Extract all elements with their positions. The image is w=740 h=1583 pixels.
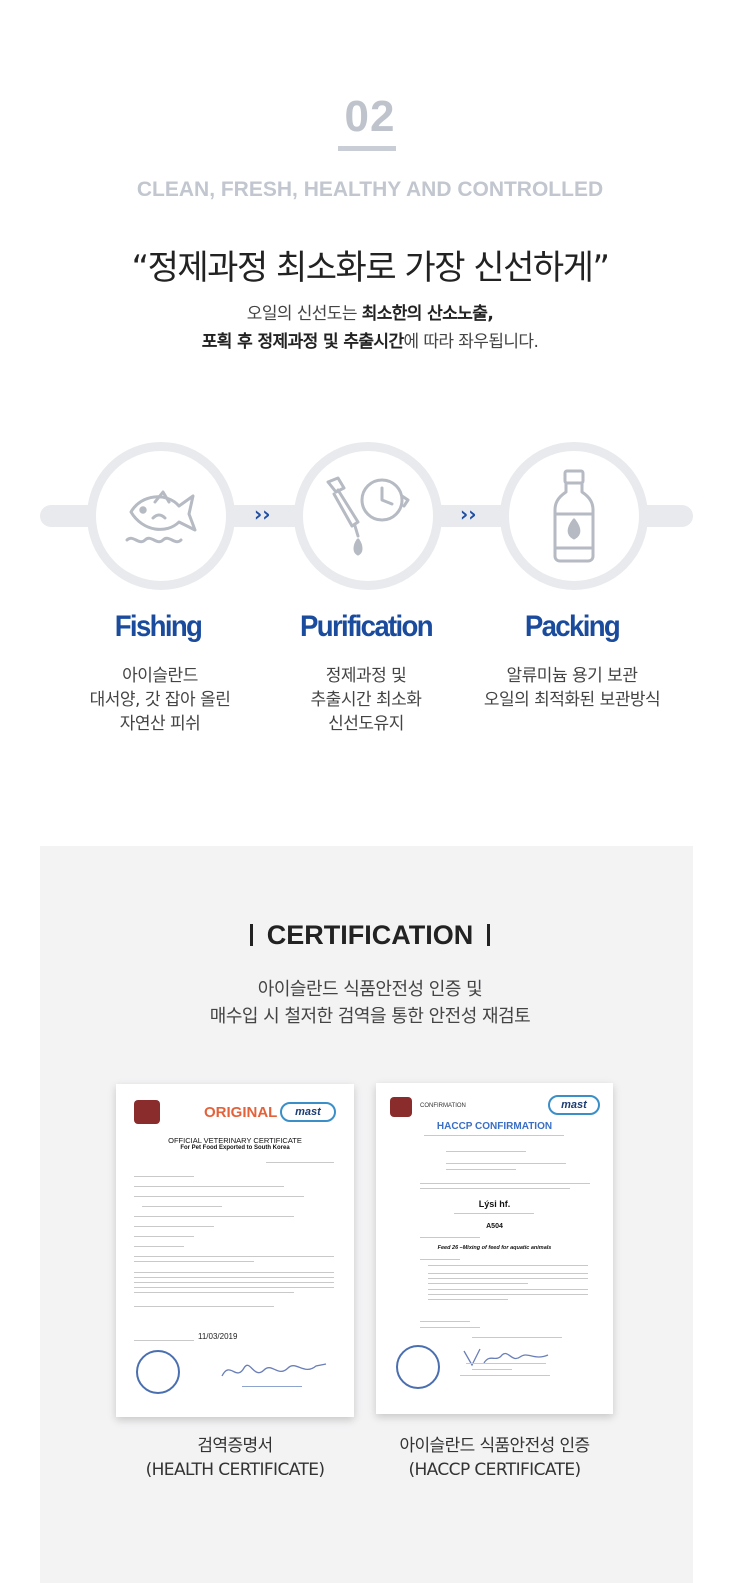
section-number: 02 <box>344 92 396 141</box>
doc1-heading: OFFICIAL VETERINARY CERTIFICATE <box>168 1136 302 1145</box>
bottle-icon <box>553 469 595 563</box>
official-seal-icon <box>136 1350 180 1394</box>
haccp-certificate-image: CONFIRMATION mast HACCP CONFIRMATION Lýs… <box>376 1083 613 1414</box>
section-kicker: CLEAN, FRESH, HEALTHY AND CONTROLLED <box>136 178 604 201</box>
packing-circle <box>500 442 648 590</box>
section-subtitle: 오일의 신선도는 최소한의 산소노출, 포획 후 정제과정 및 추출시간에 따라… <box>201 304 539 352</box>
purification-circle <box>294 442 442 590</box>
section-number-underline <box>338 146 396 151</box>
step-desc-fishing: 아이슬란드 대서양, 갓 잡아 올린 자연산 피쉬 <box>89 666 231 734</box>
certification-subtitle: 아이슬란드 식품안전성 인증 및 매수입 시 철저한 검역을 통한 안전성 재검… <box>209 979 531 1027</box>
step-title-packing: Packing <box>524 610 621 643</box>
process-arrow-2: ›› <box>460 502 477 526</box>
section-headline: “정제과정 최소화로 가장 신선하게” <box>131 248 610 288</box>
health-certificate-caption: 검역증명서 (HEALTH CERTIFICATE) <box>145 1436 325 1480</box>
doc2-heading: HACCP CONFIRMATION <box>436 1121 553 1132</box>
haccp-certificate-caption: 아이슬란드 식품안전성 인증 (HACCP CERTIFICATE) <box>399 1436 590 1480</box>
doc2-company: Lýsi hf. <box>478 1199 511 1209</box>
mast-logo: mast <box>548 1095 600 1115</box>
step-title-purification: Purification <box>300 610 434 643</box>
signature-icon <box>463 1348 549 1367</box>
dropper-clock-icon <box>326 476 410 556</box>
signature-icon <box>221 1363 327 1377</box>
original-stamp: ORIGINAL <box>204 1104 278 1121</box>
doc1-subheading: For Pet Food Exported to South Korea <box>180 1145 290 1151</box>
step-desc-purification: 정제과정 및 추출시간 최소화 신선도유지 <box>310 666 422 734</box>
step-desc-packing: 알류미늄 용기 보관 오일의 최적화된 보관방식 <box>483 666 661 710</box>
doc2-code: A504 <box>486 1223 503 1230</box>
mast-logo: mast <box>280 1102 336 1122</box>
iceland-crest-icon <box>134 1100 160 1124</box>
doc1-date: 11/03/2019 <box>198 1332 238 1341</box>
health-certificate-image: ORIGINAL mast OFFICIAL VETERINARY CERTIF… <box>116 1084 354 1417</box>
doc2-label: CONFIRMATION <box>420 1103 466 1109</box>
official-seal-icon <box>396 1345 440 1389</box>
iceland-crest-icon <box>390 1097 412 1117</box>
process-arrow-1: ›› <box>254 502 271 526</box>
fish-icon <box>125 490 197 544</box>
fishing-circle <box>87 442 235 590</box>
doc2-product: Feed 26 –Mixing of feed for aquatic anim… <box>437 1245 552 1251</box>
certification-title: CERTIFICATION <box>0 920 740 951</box>
step-title-fishing: Fishing <box>114 610 203 643</box>
